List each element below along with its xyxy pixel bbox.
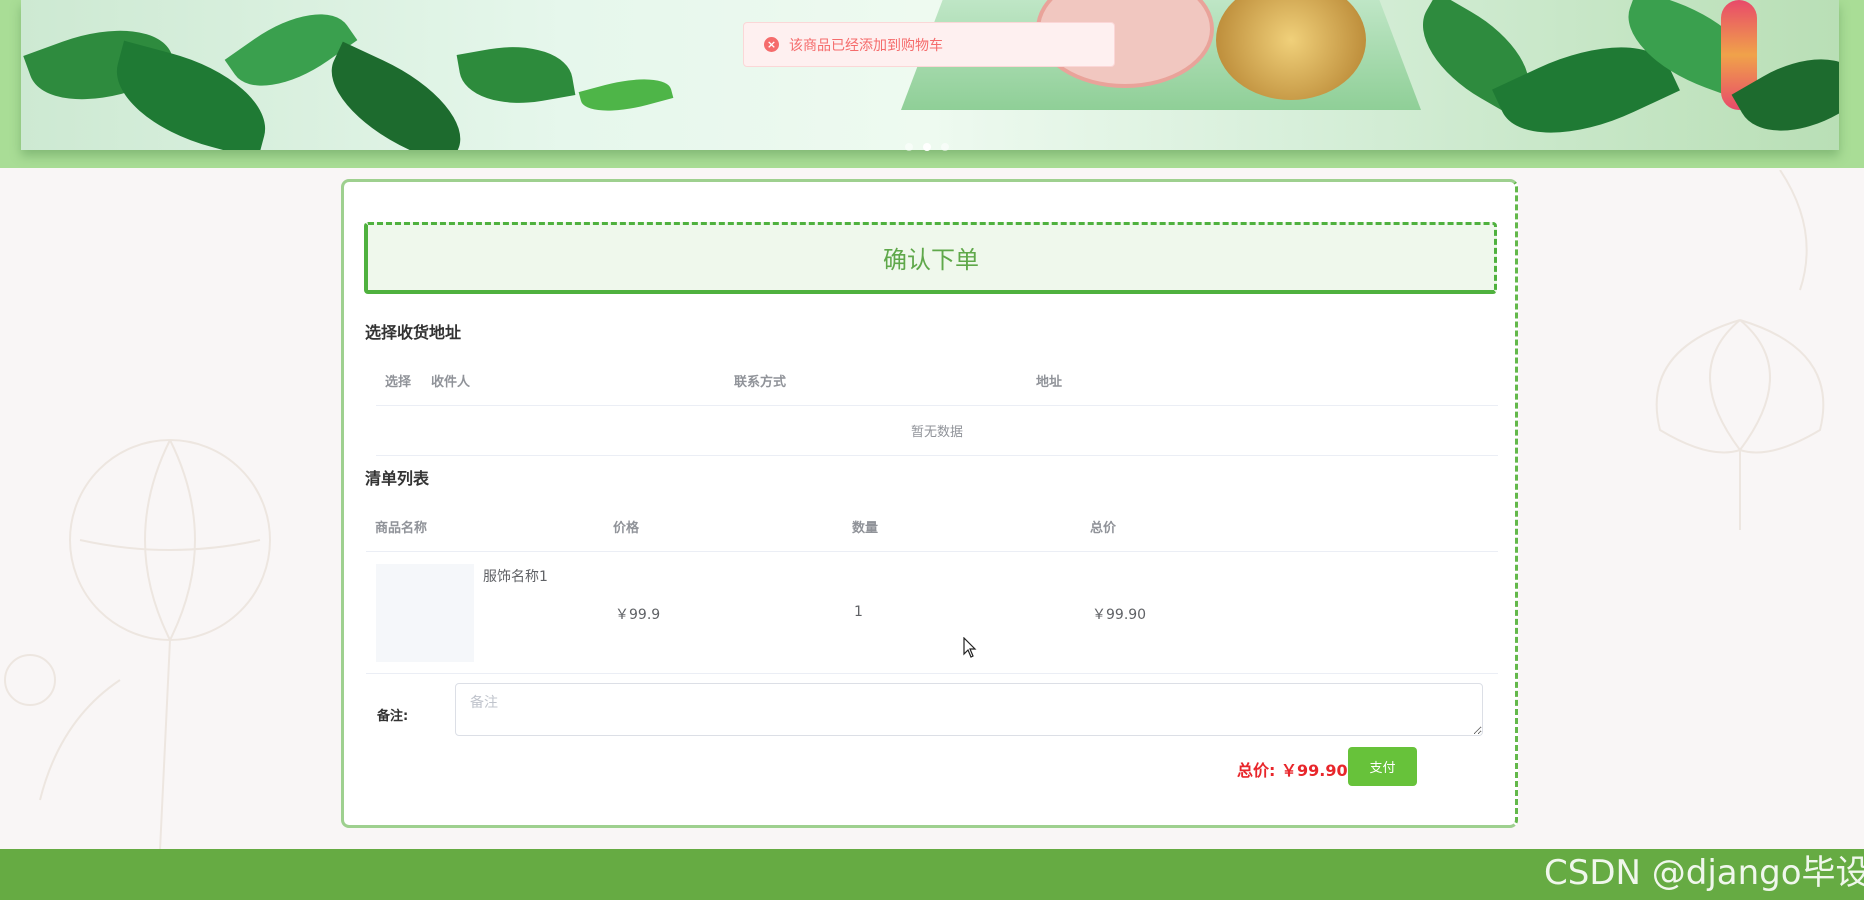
order-confirm-card: 确认下单 选择收货地址 选择 收件人 联系方式 地址 暂无数据 清单列表 商品名…: [341, 179, 1518, 828]
column-select: 选择: [385, 375, 412, 390]
toast-text: 该商品已经添加到购物车: [789, 37, 943, 54]
toast-message: × 该商品已经添加到购物车: [743, 22, 1115, 67]
product-price: ￥99.9: [615, 607, 661, 623]
column-product-name: 商品名称: [375, 521, 428, 536]
address-table-header: 选择 收件人 联系方式 地址: [376, 356, 1498, 406]
column-contact: 联系方式: [734, 375, 787, 390]
column-address: 地址: [1036, 375, 1063, 390]
carousel-indicators[interactable]: [905, 143, 949, 151]
lotus-decoration-left-icon: [4, 439, 271, 850]
address-section-title: 选择收货地址: [365, 323, 462, 342]
address-empty-text: 暂无数据: [376, 406, 1498, 456]
column-quantity: 数量: [852, 521, 879, 536]
lotus-decoration-right-icon: [1655, 170, 1825, 530]
column-price: 价格: [613, 521, 640, 536]
pay-button[interactable]: 支付: [1348, 747, 1417, 786]
column-recipient: 收件人: [431, 375, 471, 390]
error-circle-icon: ×: [764, 37, 779, 52]
order-list-title: 清单列表: [365, 469, 430, 488]
watermark: CSDN @django毕设: [1544, 853, 1864, 893]
product-thumbnail[interactable]: [376, 564, 474, 662]
product-name[interactable]: 服饰名称1: [483, 566, 548, 586]
column-total: 总价: [1090, 521, 1117, 536]
product-quantity: 1: [854, 604, 863, 620]
page-title: 确认下单: [364, 222, 1497, 294]
carousel-dot-active[interactable]: [923, 143, 931, 151]
carousel-dot[interactable]: [905, 143, 913, 151]
order-total: 总价: ￥99.90: [1237, 757, 1348, 781]
carousel-dot[interactable]: [941, 143, 949, 151]
product-subtotal: ￥99.90: [1092, 607, 1147, 623]
table-row: 服饰名称1 ￥99.9 1 ￥99.90: [366, 552, 1498, 674]
order-table-header: 商品名称 价格 数量 总价: [366, 502, 1498, 552]
total-value: ￥99.90: [1280, 761, 1348, 780]
note-textarea[interactable]: [455, 683, 1483, 736]
total-label: 总价:: [1237, 761, 1276, 780]
mouse-cursor-icon: [963, 637, 977, 658]
note-label: 备注:: [377, 709, 409, 724]
